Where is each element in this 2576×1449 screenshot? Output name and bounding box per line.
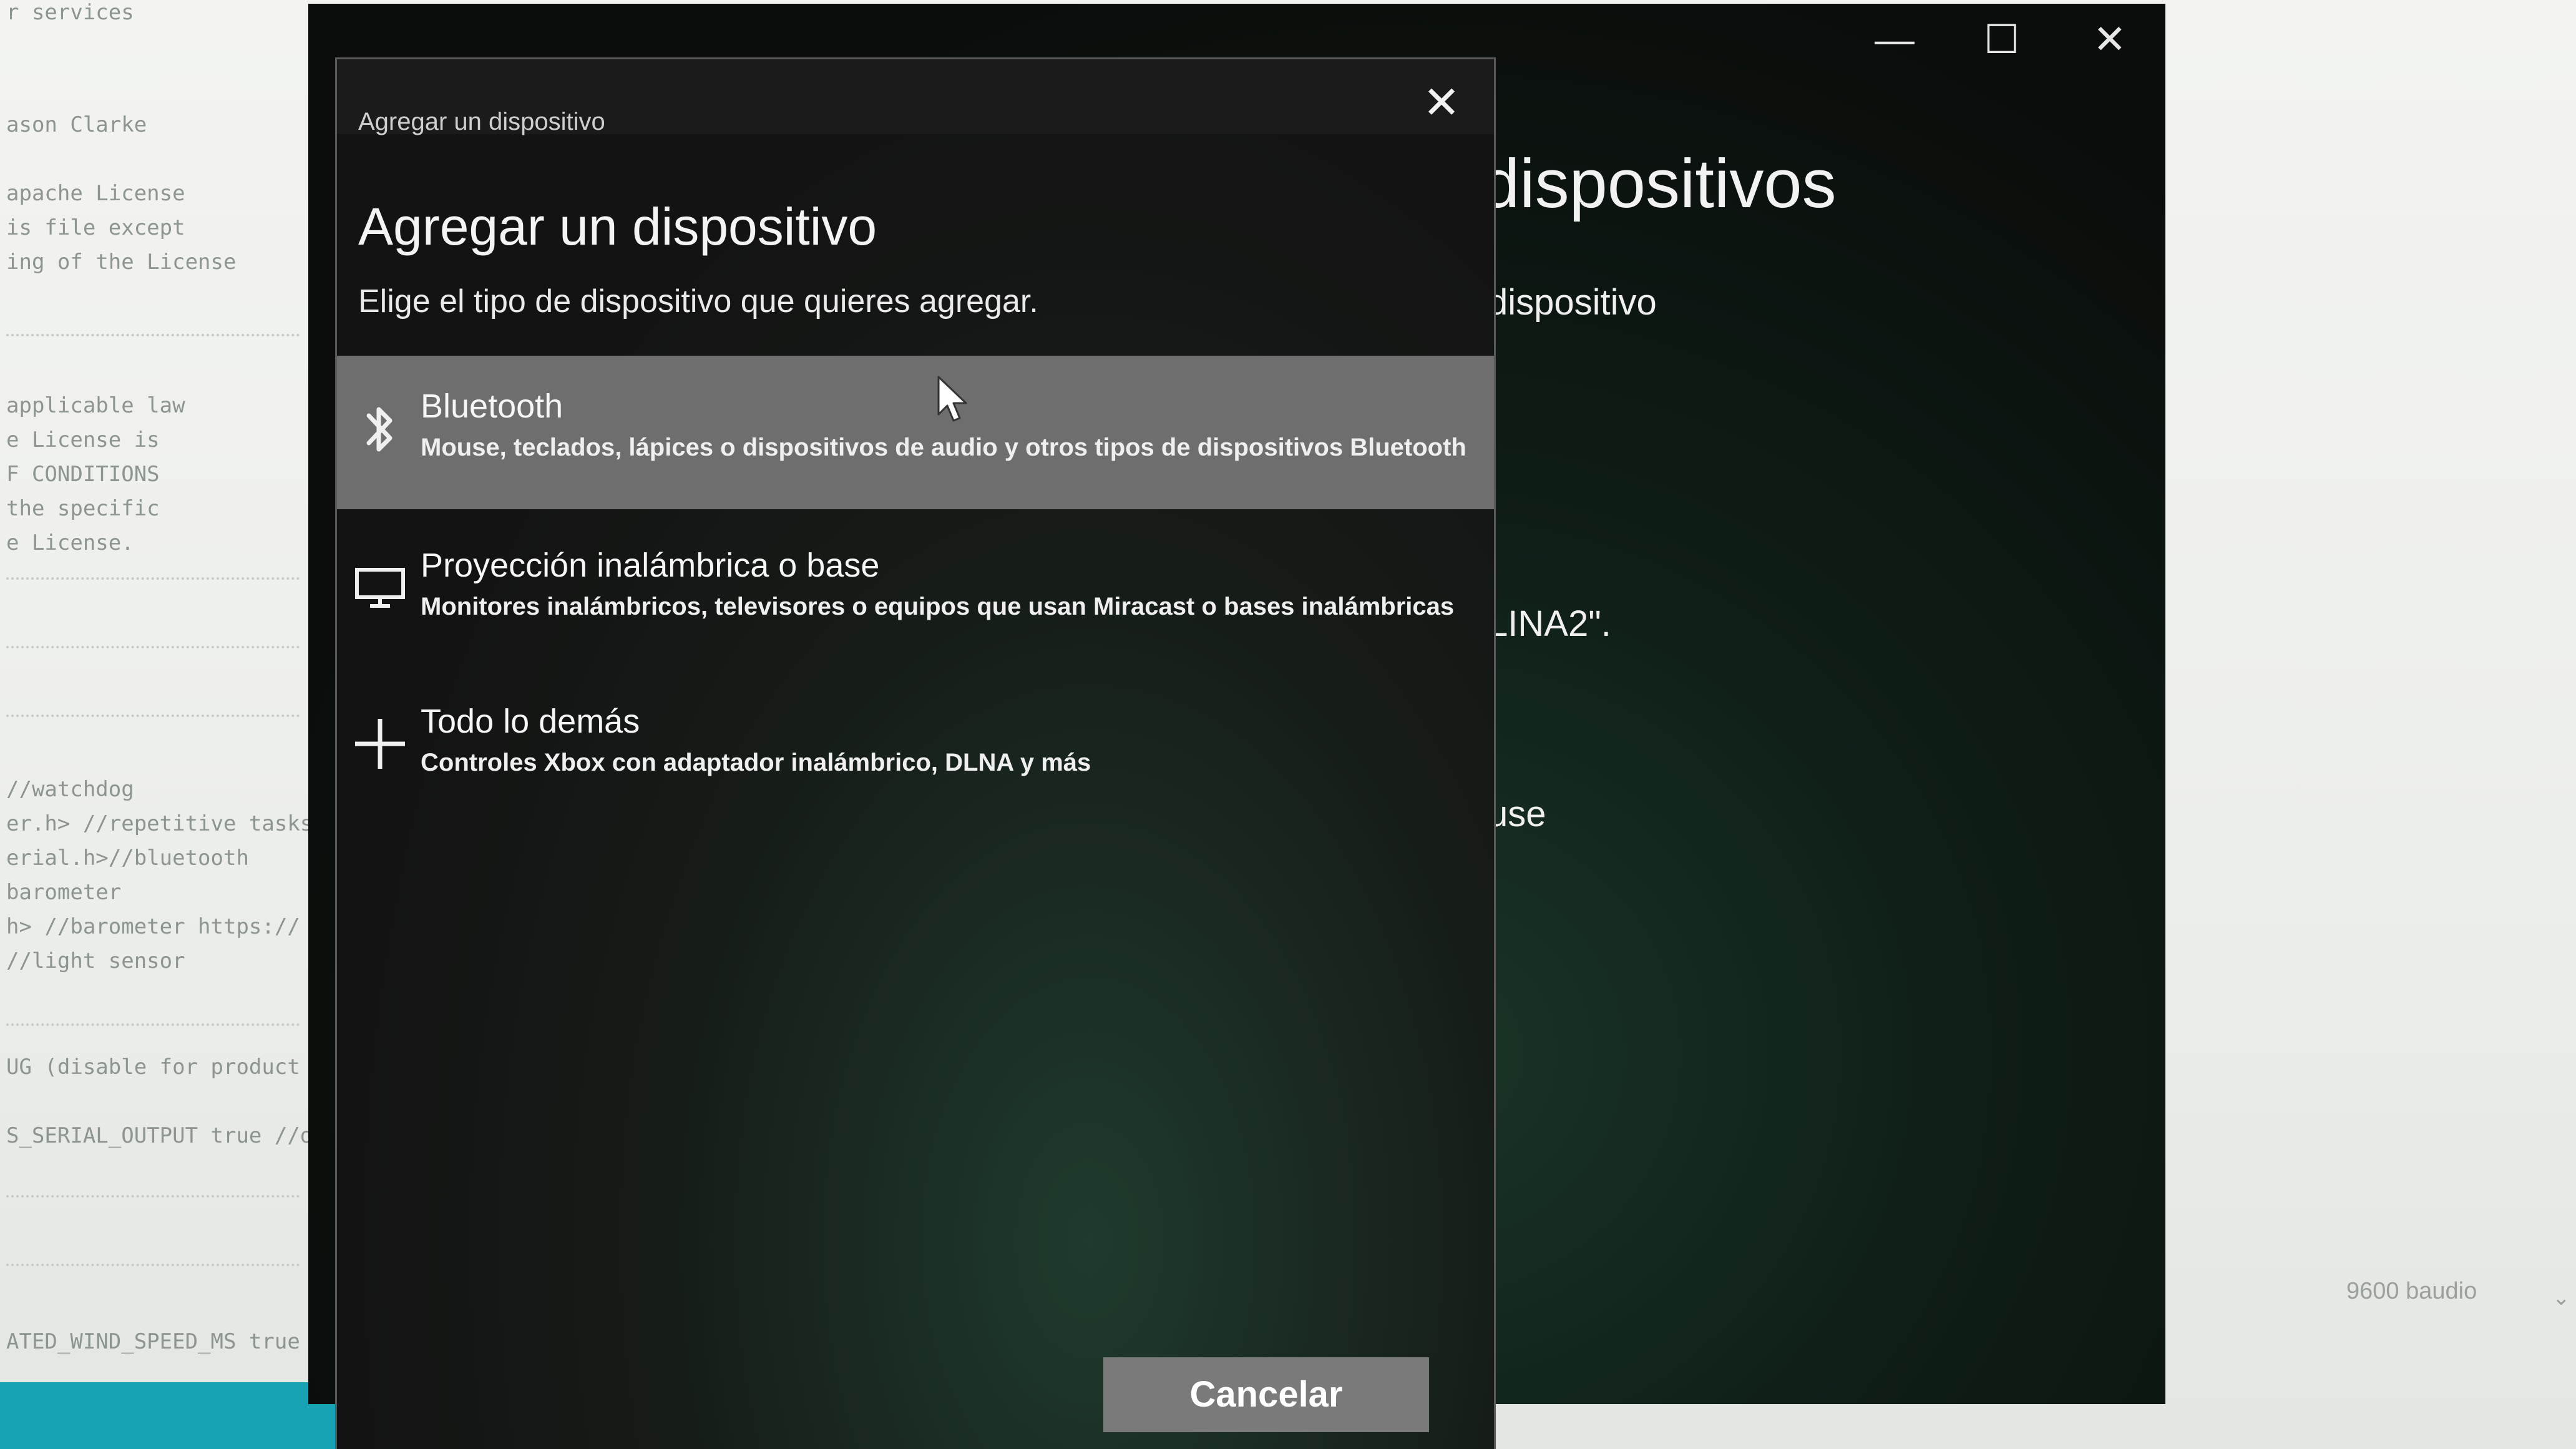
code-line: e License.: [6, 530, 134, 555]
dialog-heading: Agregar un dispositivo: [358, 197, 877, 256]
dialog-titlebar-title: Agregar un dispositivo: [358, 108, 605, 135]
code-line: apache License: [6, 181, 185, 206]
plus-icon: [352, 718, 408, 786]
code-line: e License is: [6, 427, 160, 452]
code-line: er.h> //repetitive tasks: [6, 811, 313, 836]
code-line: applicable law: [6, 393, 185, 418]
code-line: F CONDITIONS: [6, 462, 160, 487]
chevron-down-icon[interactable]: ⌄: [2552, 1286, 2570, 1310]
mouse-cursor-icon: [936, 374, 971, 427]
code-line: h> //barometer https://: [6, 914, 300, 939]
code-line: erial.h>//bluetooth: [6, 846, 249, 871]
code-divider: [6, 646, 300, 651]
code-divider: [6, 334, 300, 339]
settings-title: dispositivos: [1481, 145, 1837, 222]
minimize-button[interactable]: —: [1875, 16, 1915, 62]
code-divider: [6, 1264, 300, 1269]
dialog-subheading: Elige el tipo de dispositivo que quieres…: [358, 283, 1038, 320]
maximize-button[interactable]: ☐: [1984, 16, 2019, 63]
code-line: barometer: [6, 880, 122, 905]
option-bluetooth[interactable]: Bluetooth Mouse, teclados, lápices o dis…: [337, 356, 1494, 509]
option-description: Controles Xbox con adaptador inalámbrico…: [421, 749, 1091, 776]
code-line: r services: [6, 0, 134, 25]
option-title: Todo lo demás: [421, 703, 640, 740]
code-line: is file except: [6, 215, 185, 240]
settings-text: use: [1488, 794, 1546, 834]
option-title: Proyección inalámbrica o base: [421, 547, 880, 584]
option-wireless-display[interactable]: Proyección inalámbrica o base Monitores …: [337, 512, 1494, 665]
close-icon[interactable]: ✕: [1417, 78, 1466, 128]
code-line: //watchdog: [6, 777, 134, 802]
code-line: //light sensor: [6, 949, 185, 973]
option-description: Monitores inalámbricos, televisores o eq…: [421, 593, 1455, 620]
option-everything-else[interactable]: Todo lo demás Controles Xbox con adaptad…: [337, 668, 1494, 821]
cancel-button[interactable]: Cancelar: [1103, 1357, 1429, 1432]
editor-status-bar: [0, 1382, 349, 1449]
monitor-icon: [352, 562, 408, 630]
baud-rate-select[interactable]: 9600 baudio: [2346, 1278, 2477, 1305]
code-line: ing of the License: [6, 250, 237, 275]
window-close-button[interactable]: ✕: [2093, 16, 2127, 63]
bluetooth-icon: [352, 399, 408, 468]
option-title: Bluetooth: [421, 388, 564, 425]
dialog-titlebar: Agregar un dispositivo ✕: [337, 59, 1494, 135]
code-line: ATED_WIND_SPEED_MS true //: [6, 1329, 339, 1354]
code-divider: [6, 577, 300, 582]
settings-text: LINA2".: [1488, 603, 1611, 644]
add-device-dialog: Agregar un dispositivo ✕ Agregar un disp…: [337, 59, 1494, 1449]
code-line: ason Clarke: [6, 112, 147, 137]
code-line: UG (disable for product: [6, 1055, 300, 1080]
code-line: the specific: [6, 496, 160, 521]
code-line: S_SERIAL_OUTPUT true //o: [6, 1123, 313, 1148]
settings-subtitle: dispositivo: [1488, 282, 1657, 323]
code-divider: [6, 715, 300, 720]
code-divider: [6, 1195, 300, 1200]
code-divider: [6, 1023, 300, 1028]
option-description: Mouse, teclados, lápices o dispositivos …: [421, 434, 1466, 461]
